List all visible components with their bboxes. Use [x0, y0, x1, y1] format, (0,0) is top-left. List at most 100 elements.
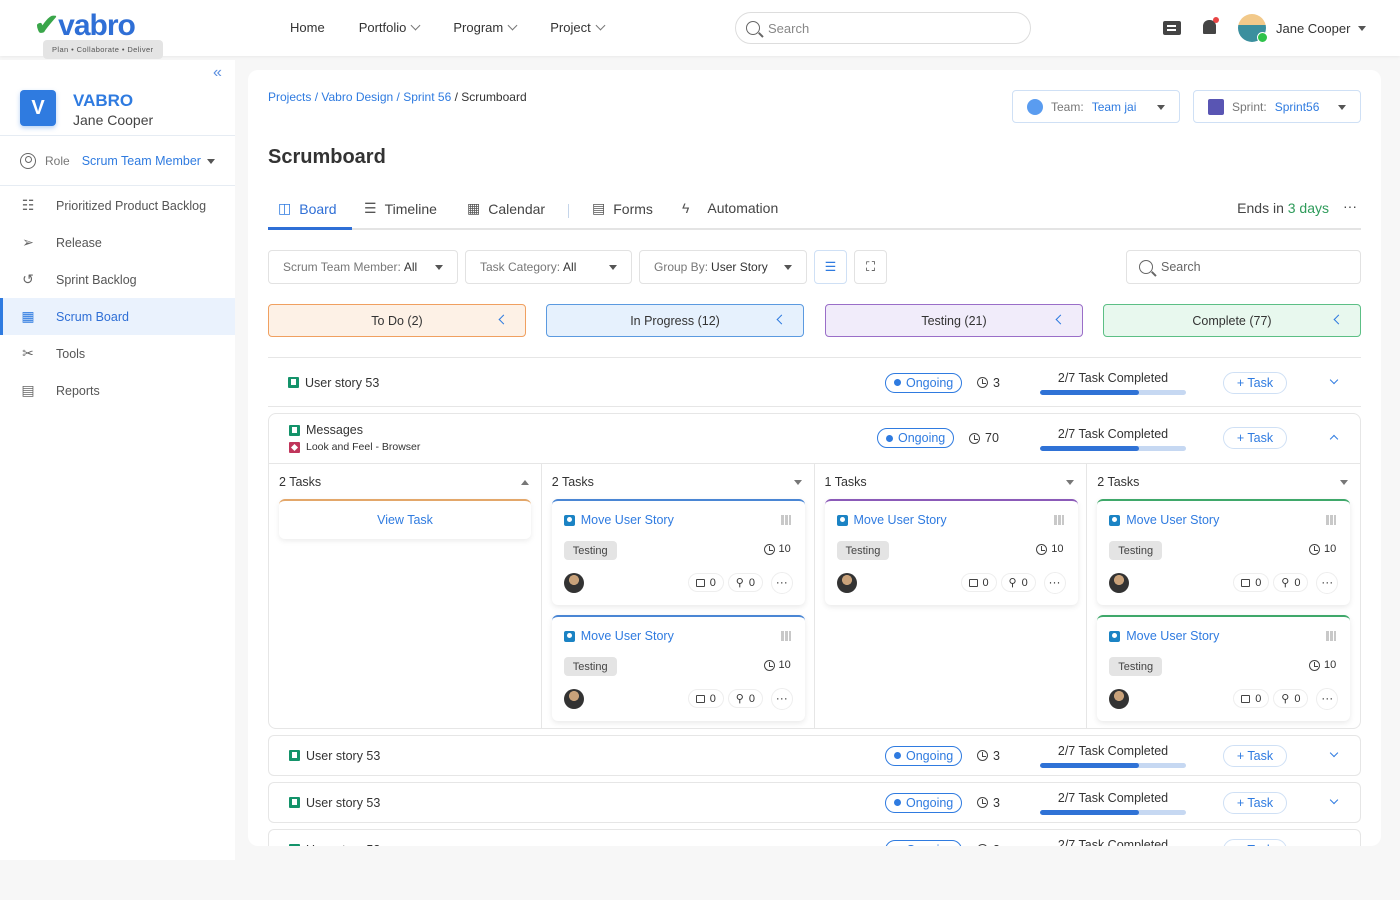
chevron-up-icon[interactable] [1329, 434, 1339, 444]
comments-button[interactable]: 0 [687, 689, 724, 708]
drag-handle-icon[interactable] [1053, 515, 1064, 525]
nav-home[interactable]: Home [290, 20, 325, 35]
breadcrumb-projects[interactable]: Projects [268, 90, 311, 104]
comments-button[interactable]: 0 [687, 573, 724, 592]
chevron-left-icon[interactable] [1055, 314, 1066, 325]
attachments-button[interactable]: ⚲ 0 [727, 689, 763, 708]
add-task-button[interactable]: + Task [1223, 371, 1287, 394]
task-title[interactable]: Move User Story [1109, 513, 1219, 527]
card-more-button[interactable]: ··· [1043, 572, 1066, 594]
sidebar-item-scrum-board[interactable]: ▦ Scrum Board [0, 298, 235, 335]
comments-button[interactable]: 0 [1233, 573, 1270, 592]
assignee-avatar[interactable] [563, 573, 584, 593]
nav-portfolio[interactable]: Portfolio [359, 20, 421, 35]
task-title[interactable]: Move User Story [836, 513, 947, 527]
assignee-avatar[interactable] [563, 689, 584, 709]
user-menu-caret-icon[interactable] [1358, 26, 1366, 31]
sidebar-item-release[interactable]: ➢ Release [0, 224, 235, 261]
user-avatar[interactable] [1238, 14, 1268, 43]
sprint-selector[interactable]: Sprint: Sprint56 [1193, 90, 1361, 123]
tab-calendar[interactable]: ▦ Calendar [467, 200, 545, 217]
tab-forms[interactable]: ▤ Forms [592, 200, 653, 217]
story-title[interactable]: User story 53 [289, 749, 380, 763]
nav-program[interactable]: Program [453, 20, 518, 35]
column-in-progress[interactable]: In Progress (12) [546, 304, 804, 337]
sidebar-item-prioritized-product-backlog[interactable]: ☷ Prioritized Product Backlog [0, 187, 235, 224]
assignee-avatar[interactable] [836, 573, 857, 593]
attachments-button[interactable]: ⚲ 0 [1000, 573, 1036, 592]
nav-project[interactable]: Project [550, 20, 606, 35]
user-name[interactable]: Jane Cooper [1276, 21, 1350, 36]
more-options-button[interactable]: ··· [1339, 196, 1361, 218]
sidebar-item-tools[interactable]: ✂ Tools [0, 335, 235, 372]
drag-handle-icon[interactable] [1326, 515, 1337, 525]
add-task-button[interactable]: + Task [1223, 791, 1287, 814]
global-search-input[interactable] [768, 20, 1008, 36]
column-todo[interactable]: To Do (2) [268, 304, 526, 337]
tab-timeline[interactable]: ☰ Timeline [364, 200, 437, 217]
notification-bell-icon[interactable] [1203, 17, 1219, 34]
column-testing[interactable]: Testing (21) [825, 304, 1083, 337]
column-complete[interactable]: Complete (77) [1103, 304, 1361, 337]
tab-board[interactable]: ◫ Board [278, 200, 337, 217]
task-title[interactable]: Move User Story [563, 629, 674, 643]
task-title[interactable]: Move User Story [563, 513, 674, 527]
task-card[interactable]: Move User Story Testing 10 0 ⚲ 0 ··· [1097, 499, 1351, 605]
tab-automation[interactable]: ϟ Automation [682, 200, 778, 216]
card-more-button[interactable]: ··· [1316, 688, 1339, 710]
assignee-avatar[interactable] [1109, 573, 1130, 593]
sidebar-item-sprint-backlog[interactable]: ↺ Sprint Backlog [0, 261, 235, 298]
card-more-button[interactable]: ··· [770, 688, 793, 710]
story-title[interactable]: User story 53 [289, 796, 380, 810]
comments-button[interactable]: 0 [960, 573, 997, 592]
filter-task-category[interactable]: Task Category: All [465, 250, 632, 284]
vabro-logo[interactable]: ✔vabro Plan • Collaborate • Deliver [34, 8, 164, 59]
team-selector[interactable]: Team: Team jai [1012, 90, 1180, 123]
caret-down-icon[interactable] [1340, 480, 1348, 485]
task-card[interactable]: Move User Story Testing 10 0 ⚲ 0 ··· [1097, 615, 1351, 721]
collapse-sidebar-icon[interactable]: « [213, 64, 222, 82]
add-task-button[interactable]: + Task [1223, 838, 1287, 846]
drag-handle-icon[interactable] [1326, 631, 1337, 641]
chevron-down-icon[interactable] [1329, 795, 1339, 805]
assignee-avatar[interactable] [1109, 689, 1130, 709]
chevron-left-icon[interactable] [776, 314, 787, 325]
drag-handle-icon[interactable] [780, 631, 791, 641]
story-title[interactable]: User story 53 [289, 843, 380, 846]
board-search-input[interactable] [1161, 260, 1351, 274]
attachments-button[interactable]: ⚲ 0 [727, 573, 763, 592]
chevron-left-icon[interactable] [1333, 314, 1344, 325]
comments-button[interactable]: 0 [1233, 689, 1270, 708]
drag-handle-icon[interactable] [780, 515, 791, 525]
breadcrumb-sprint[interactable]: Sprint 56 [403, 90, 451, 104]
messages-icon[interactable] [1163, 21, 1181, 35]
card-more-button[interactable]: ··· [1316, 572, 1339, 594]
caret-down-icon[interactable] [1066, 480, 1075, 485]
attachments-button[interactable]: ⚲ 0 [1273, 689, 1309, 708]
chevron-down-icon[interactable] [1329, 748, 1339, 758]
add-task-button[interactable]: + Task [1223, 744, 1287, 767]
task-title[interactable]: Move User Story [1109, 629, 1219, 643]
fullscreen-button[interactable]: ⛶ [854, 250, 887, 284]
story-title[interactable]: Messages [289, 423, 363, 437]
add-task-button[interactable]: + Task [1223, 427, 1287, 449]
breadcrumb-vabro-design[interactable]: Vabro Design [321, 90, 393, 104]
chevron-left-icon[interactable] [498, 314, 509, 325]
filter-group-by[interactable]: Group By: User Story [639, 250, 807, 284]
caret-down-icon[interactable] [793, 480, 802, 485]
view-task-button[interactable]: View Task [279, 499, 531, 539]
chevron-down-icon[interactable] [1329, 375, 1339, 385]
story-title[interactable]: User story 53 [288, 376, 379, 390]
chevron-down-icon[interactable] [1329, 842, 1339, 846]
task-card[interactable]: Move User Story Testing 10 0 ⚲ 0 ··· [551, 499, 805, 605]
attachments-button[interactable]: ⚲ 0 [1273, 573, 1309, 592]
sidebar-item-reports[interactable]: ▤ Reports [0, 372, 235, 409]
card-more-button[interactable]: ··· [770, 572, 793, 594]
role-selector[interactable]: Role Scrum Team Member [20, 153, 215, 169]
caret-up-icon[interactable] [520, 480, 529, 485]
filter-scrum-team-member[interactable]: Scrum Team Member: All [268, 250, 458, 284]
task-card[interactable]: Move User Story Testing 10 0 ⚲ 0 ··· [551, 615, 805, 721]
story-epic[interactable]: Look and Feel - Browser [289, 441, 420, 453]
filter-settings-button[interactable]: ☰ [814, 250, 847, 284]
task-card[interactable]: Move User Story Testing 10 0 ⚲ 0 ··· [824, 499, 1078, 605]
